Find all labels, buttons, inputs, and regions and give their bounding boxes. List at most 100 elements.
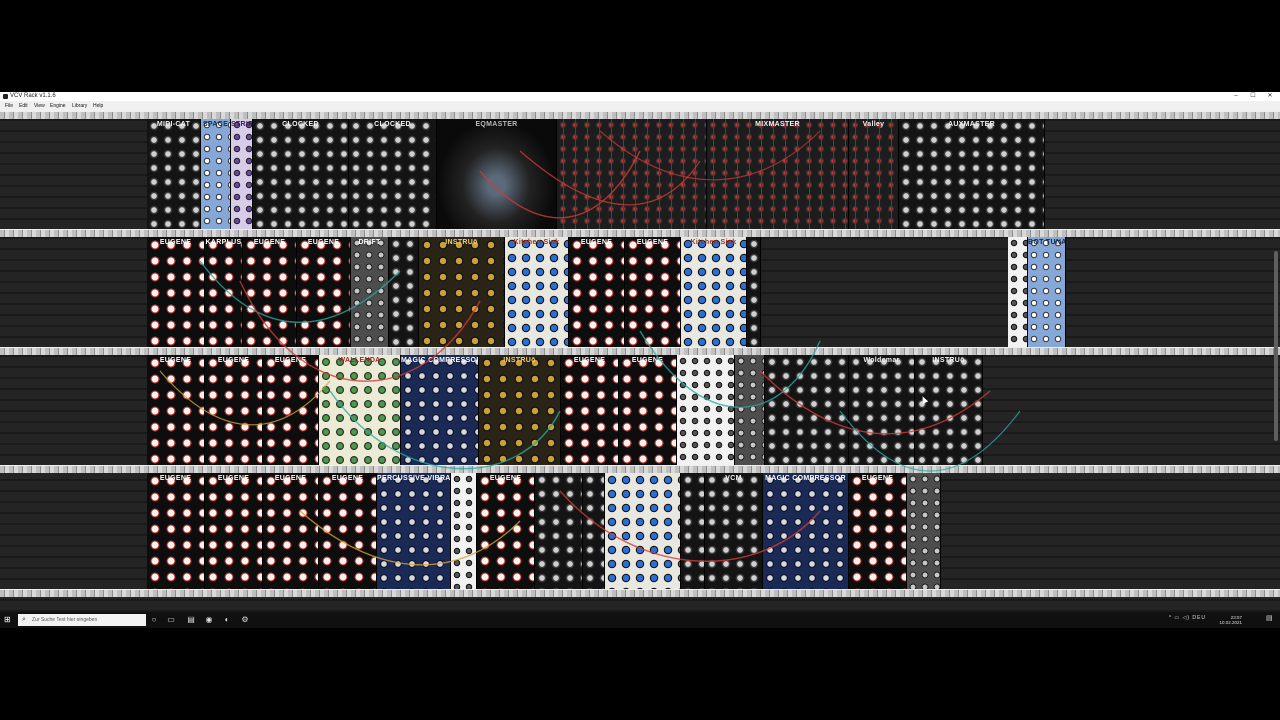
module-label: PERCUSSIVE VIBRATION: [377, 475, 451, 482]
module-eugene[interactable]: EUGENE: [619, 355, 677, 465]
maximize-button[interactable]: ☐: [1247, 92, 1259, 101]
module-percussive-vibration[interactable]: PERCUSSIVE VIBRATION: [377, 473, 451, 589]
module-label: MAGIC COMPRESSOR: [765, 475, 846, 482]
menu-help[interactable]: Help: [93, 101, 103, 111]
settings-icon[interactable]: ⚙: [240, 615, 250, 625]
module-panel[interactable]: [451, 473, 477, 589]
clock[interactable]: 23:57 10.02.2021: [1219, 615, 1242, 625]
module-panel[interactable]: [557, 119, 707, 229]
module-eugene[interactable]: EUGENE: [243, 237, 297, 347]
rack-row-2-extra: BOT TUNA: [1008, 237, 1066, 347]
module-panel[interactable]: [583, 473, 605, 589]
module-space[interactable]: SPACE: [201, 119, 231, 229]
module-kitchen-sink[interactable]: Kitchen Sink: [681, 237, 747, 347]
module-eqmaster[interactable]: EQMASTER: [437, 119, 557, 229]
module-panel[interactable]: [389, 237, 419, 347]
module-label: EUGENE: [861, 475, 894, 482]
module-strip[interactable]: STRIP: [231, 119, 253, 229]
taskbar-search-input[interactable]: ⌕ Zur Suche Text hier eingeben: [18, 614, 146, 626]
module-eugene[interactable]: EUGENE: [205, 355, 263, 465]
module-bot-tuna[interactable]: BOT TUNA: [1028, 237, 1066, 347]
module-mixmaster[interactable]: MIXMASTER: [707, 119, 849, 229]
module-eugene[interactable]: EUGENE: [263, 355, 319, 465]
module-drift[interactable]: DRIFT: [351, 237, 389, 347]
menu-engine[interactable]: Engine: [50, 101, 66, 111]
module-eugene[interactable]: EUGENE: [147, 237, 205, 347]
module-eugene[interactable]: EUGENE: [319, 473, 377, 589]
module-panel[interactable]: [677, 355, 735, 465]
module-magic-compressor[interactable]: MAGIC COMPRESSOR: [401, 355, 479, 465]
module-karplus[interactable]: KARPLUS: [205, 237, 243, 347]
close-button[interactable]: ✕: [1264, 92, 1276, 101]
module-panel[interactable]: [535, 473, 583, 589]
module-label: EUGENE: [274, 357, 307, 364]
notification-icon[interactable]: ▤: [1266, 615, 1274, 623]
module-panel[interactable]: [765, 355, 849, 465]
browser-icon[interactable]: ◉: [204, 615, 214, 625]
menu-edit[interactable]: Edit: [19, 101, 28, 111]
module-wallenda[interactable]: WALLENDA: [319, 355, 401, 465]
module-clocked[interactable]: CLOCKED: [253, 119, 349, 229]
module-kitchen-sink[interactable]: Kitchen Sink: [505, 237, 569, 347]
vcv-rack-taskbar-icon[interactable]: ◐: [222, 615, 232, 625]
module-midi-cat[interactable]: MIDI-CAT: [147, 119, 201, 229]
module-label: MAGIC COMPRESSOR: [401, 357, 479, 364]
module-clocked[interactable]: CLOCKED: [349, 119, 437, 229]
task-view-icon[interactable]: ▭: [166, 615, 176, 625]
rack-canvas[interactable]: MIDI-CAT SPACE STRIP CLOCKED CLOCKED EQMASTER…: [0, 111, 1280, 620]
module-auxmaster[interactable]: AUXMASTER: [899, 119, 1045, 229]
windows-taskbar: ⊞ ⌕ Zur Suche Text hier eingeben ○ ▭ ▤ ◉…: [0, 612, 1280, 628]
module-label: CLOCKED: [282, 121, 319, 128]
tray-icons[interactable]: ^ ▭ ◁) DEU: [1169, 616, 1206, 621]
module-eugene[interactable]: EUGENE: [147, 355, 205, 465]
vertical-scrollbar[interactable]: [1274, 251, 1278, 441]
module-eugene[interactable]: EUGENE: [561, 355, 619, 465]
module-panel[interactable]: [681, 473, 705, 589]
menu-library[interactable]: Library: [72, 101, 87, 111]
module-eugene[interactable]: EUGENE: [297, 237, 351, 347]
menu-file[interactable]: File: [5, 101, 13, 111]
module-eugene[interactable]: EUGENE: [263, 473, 319, 589]
module-panel[interactable]: [747, 237, 761, 347]
module-label: Woldemar: [863, 357, 900, 364]
rack-row-4: EUGENE EUGENE EUGENE EUGENE PERCUSSIVE VIBRA…: [147, 473, 1043, 589]
module-eugene[interactable]: EUGENE: [625, 237, 681, 347]
module-label: EUGENE: [217, 357, 250, 364]
module-panel[interactable]: [605, 473, 681, 589]
module-label: EQMASTER: [475, 121, 518, 128]
module-label: Kitchen Sink: [690, 239, 737, 246]
rack-row-2: EUGENE KARPLUS EUGENE EUGENE DRIFT INSTRUō Kit…: [147, 237, 851, 347]
module-label: Valley: [862, 121, 885, 128]
menu-view[interactable]: View: [34, 101, 45, 111]
module-label: CLOCKED: [374, 121, 411, 128]
module-eugene[interactable]: EUGENE: [849, 473, 907, 589]
module-vcm[interactable]: VCM: [705, 473, 763, 589]
module-label: EUGENE: [636, 239, 669, 246]
module-eugene[interactable]: EUGENE: [205, 473, 263, 589]
module-magic-compressor[interactable]: MAGIC COMPRESSOR: [763, 473, 849, 589]
module-eugene[interactable]: EUGENE: [477, 473, 535, 589]
minimize-button[interactable]: –: [1230, 92, 1242, 101]
module-label: AUXMASTER: [947, 121, 996, 128]
module-label: EUGENE: [274, 475, 307, 482]
module-eugene[interactable]: EUGENE: [147, 473, 205, 589]
module-instru-[interactable]: INSTRUō: [915, 355, 983, 465]
module-panel[interactable]: [735, 355, 765, 465]
file-explorer-icon[interactable]: ▤: [186, 615, 196, 625]
module-instru-[interactable]: INSTRUō: [419, 237, 505, 347]
module-panel[interactable]: [907, 473, 941, 589]
windows-start-icon[interactable]: ⊞: [4, 616, 12, 624]
module-label: MIDI-CAT: [156, 121, 191, 128]
module-instru-[interactable]: INSTRUō: [479, 355, 561, 465]
module-woldemar[interactable]: Woldemar: [849, 355, 915, 465]
module-eugene[interactable]: EUGENE: [569, 237, 625, 347]
module-valley[interactable]: Valley: [849, 119, 899, 229]
module-label: MIXMASTER: [755, 121, 800, 128]
module-panel[interactable]: [1008, 237, 1028, 347]
module-label: EUGENE: [631, 357, 664, 364]
cortana-icon[interactable]: ○: [149, 615, 159, 625]
clock-date: 10.02.2021: [1219, 620, 1242, 625]
module-label: SPACE: [202, 121, 229, 128]
vcv-rack-window: VCV Rack v1.1.6 – ☐ ✕ File Edit View Eng…: [0, 92, 1280, 628]
module-label: EUGENE: [159, 239, 192, 246]
